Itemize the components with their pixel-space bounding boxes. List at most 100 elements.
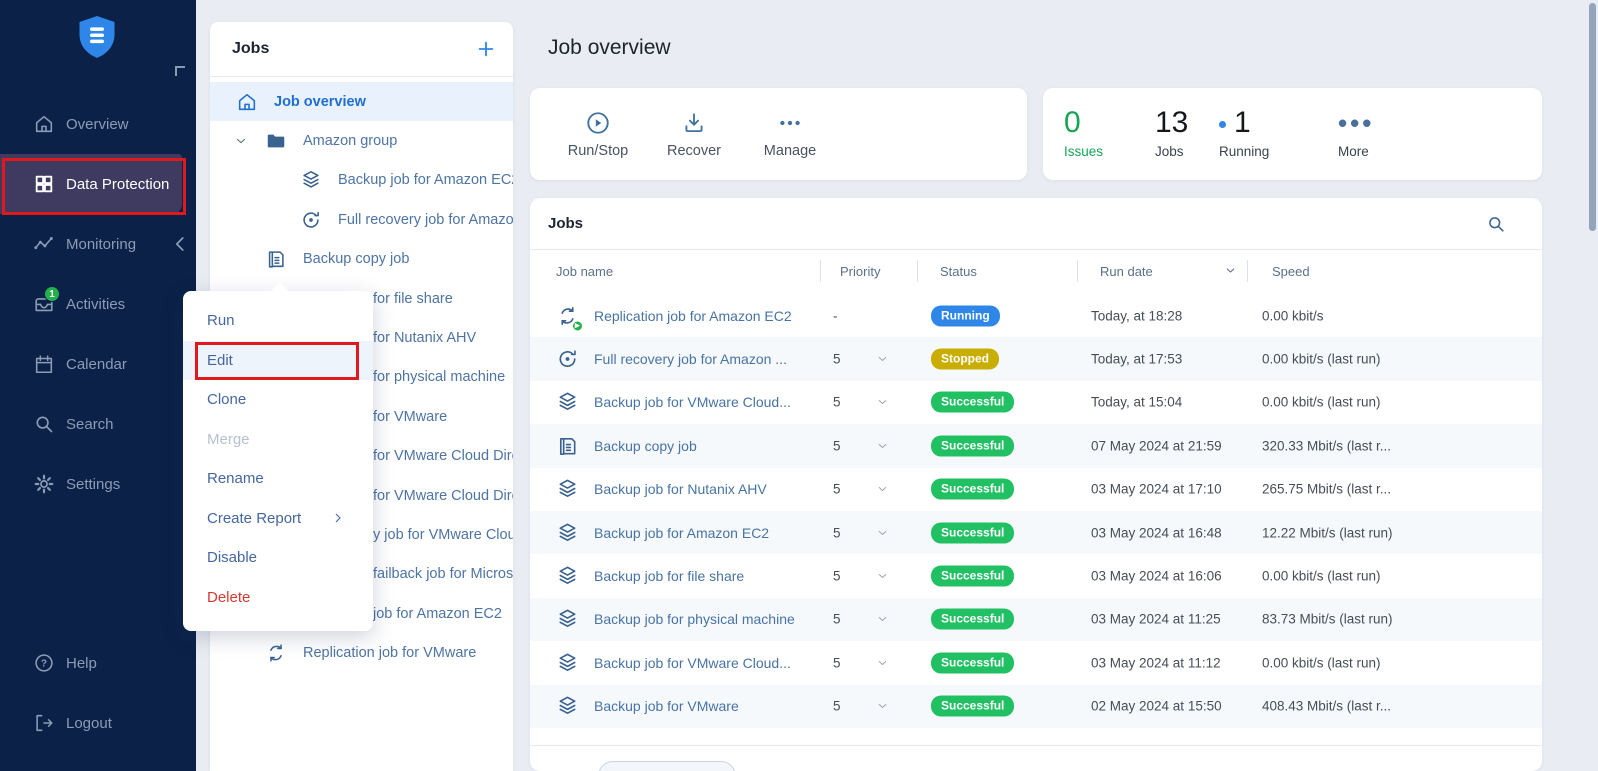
sidebar-item-logout[interactable]: Logout	[0, 693, 196, 753]
job-name-link[interactable]: Backup job for VMware Cloud...	[594, 394, 791, 410]
app-logo-shield-icon	[76, 14, 118, 65]
job-name-link[interactable]: Full recovery job for Amazon ...	[594, 351, 787, 367]
menu-item-label: Edit	[207, 352, 233, 369]
priority-value: 5	[833, 395, 841, 410]
menu-item-delete[interactable]: Delete	[183, 578, 373, 618]
add-job-button[interactable]	[475, 38, 497, 60]
table-row[interactable]: Full recovery job for Amazon ...5Stopped…	[530, 337, 1542, 380]
table-row[interactable]: Backup job for Amazon EC25Successful03 M…	[530, 511, 1542, 554]
sidebar-item-monitoring[interactable]: Monitoring	[0, 214, 196, 274]
priority-dropdown-icon[interactable]	[876, 570, 889, 583]
priority-dropdown-icon[interactable]	[876, 613, 889, 626]
column-header-run-date[interactable]: Run date	[1100, 264, 1153, 279]
chevron-left-icon[interactable]	[169, 233, 191, 255]
job-name-link[interactable]: Backup job for file share	[594, 568, 744, 584]
table-row[interactable]: ▶Replication job for Amazon EC2-RunningT…	[530, 294, 1542, 337]
menu-item-run[interactable]: Run	[183, 301, 373, 341]
table-row[interactable]: Backup job for Nutanix AHV5Successful03 …	[530, 468, 1542, 511]
sidebar-item-activities[interactable]: 1Activities	[0, 274, 196, 334]
tree-item-backup-copy-job[interactable]: Backup copy job	[210, 240, 513, 279]
priority-value: 5	[833, 612, 841, 627]
search-icon[interactable]	[1486, 214, 1506, 234]
tree-item-replication-job-for-vmware[interactable]: Replication job for VMware	[210, 633, 513, 672]
table-row[interactable]: Backup job for physical machine5Successf…	[530, 598, 1542, 641]
job-name-link[interactable]: Backup job for Amazon EC2	[594, 525, 769, 541]
priority-dropdown-icon[interactable]	[876, 483, 889, 496]
ellipsis-icon	[777, 110, 803, 136]
jobs-panel-title: Jobs	[232, 40, 269, 58]
priority-value: 5	[833, 525, 841, 540]
stat-issues[interactable]: 0Issues	[1064, 106, 1103, 159]
search-icon	[33, 413, 55, 435]
menu-item-label: Clone	[207, 391, 246, 408]
page-scrollbar-thumb[interactable]	[1589, 3, 1596, 231]
job-name-link[interactable]: Backup job for physical machine	[594, 611, 795, 627]
stat-label: Jobs	[1155, 144, 1188, 159]
priority-dropdown-icon[interactable]	[876, 700, 889, 713]
job-name-link[interactable]: Backup copy job	[594, 438, 697, 454]
priority-value: 5	[833, 482, 841, 497]
table-row[interactable]: Backup copy job5Successful07 May 2024 at…	[530, 424, 1542, 467]
chevron-down-icon[interactable]	[234, 134, 248, 148]
recovery-icon	[556, 348, 579, 371]
job-name-link[interactable]: Backup job for VMware	[594, 698, 739, 714]
toolbar-button-label: Run/Stop	[568, 143, 628, 159]
sidebar-collapse-icon[interactable]	[175, 66, 185, 76]
menu-item-clone[interactable]: Clone	[183, 380, 373, 420]
menu-item-edit[interactable]: Edit	[183, 341, 373, 381]
priority-dropdown-icon[interactable]	[876, 439, 889, 452]
sidebar-item-label: Overview	[66, 116, 129, 133]
toolbar-button-run-stop[interactable]: Run/Stop	[550, 110, 646, 159]
job-name-link[interactable]: Replication job for Amazon EC2	[594, 308, 792, 324]
app-root: Overview Data ProtectionMonitoring1Activi…	[0, 0, 1598, 771]
menu-item-rename[interactable]: Rename	[183, 459, 373, 499]
table-row[interactable]: Backup job for file share5Successful03 M…	[530, 554, 1542, 597]
speed-value: 0.00 kbit/s (last run)	[1262, 395, 1381, 410]
table-row[interactable]: Backup job for VMware Cloud...5Successfu…	[530, 641, 1542, 684]
sidebar-item-settings[interactable]: Settings	[0, 454, 196, 514]
column-header-job-name[interactable]: Job name	[556, 264, 613, 279]
run-date-value: Today, at 17:53	[1091, 352, 1182, 367]
sidebar-item-data-protection[interactable]: Data Protection	[0, 154, 182, 214]
actions-toolbar: Run/Stop RecoverManage	[530, 88, 1027, 180]
sidebar-bottom-nav: ?HelpLogout	[0, 633, 196, 753]
table-row[interactable]: Backup job for VMware Cloud...5Successfu…	[530, 381, 1542, 424]
priority-dropdown-icon[interactable]	[876, 396, 889, 409]
column-header-speed[interactable]: Speed	[1272, 264, 1310, 279]
column-header-status[interactable]: Status	[940, 264, 977, 279]
column-header-priority[interactable]: Priority	[840, 264, 880, 279]
job-name-link[interactable]: Backup job for Nutanix AHV	[594, 481, 767, 497]
job-name-link[interactable]: Backup job for VMware Cloud...	[594, 655, 791, 671]
stat-more[interactable]: •••More	[1338, 106, 1374, 159]
tree-item-full-recovery-job-for-amazon-e[interactable]: Full recovery job for Amazon E	[210, 200, 513, 239]
load-more-button[interactable]	[598, 761, 736, 771]
stat-jobs[interactable]: 13Jobs	[1155, 106, 1188, 159]
toolbar-button-recover[interactable]: Recover	[646, 110, 742, 159]
tree-item-label: for VMware	[373, 409, 447, 425]
table-row[interactable]: Backup job for VMware5Successful02 May 2…	[530, 685, 1542, 728]
priority-dropdown-icon[interactable]	[876, 526, 889, 539]
sidebar-item-help[interactable]: ?Help	[0, 633, 196, 693]
backup-icon	[300, 169, 322, 191]
sort-chevron-icon[interactable]	[1224, 264, 1237, 277]
menu-item-disable[interactable]: Disable	[183, 538, 373, 578]
toolbar-button-manage[interactable]: Manage	[742, 110, 838, 159]
sidebar-item-overview[interactable]: Overview	[0, 94, 196, 154]
home-icon	[236, 91, 258, 113]
job-context-menu: RunEditCloneMergeRenameCreate ReportDisa…	[183, 291, 373, 631]
menu-item-create-report[interactable]: Create Report	[183, 499, 373, 539]
speed-value: 0.00 kbit/s (last run)	[1262, 352, 1381, 367]
priority-dropdown-icon[interactable]	[876, 656, 889, 669]
replication-icon: ▶	[556, 304, 579, 327]
sidebar-item-calendar[interactable]: Calendar	[0, 334, 196, 394]
tree-item-amazon-group[interactable]: Amazon group	[210, 121, 513, 160]
backup-icon	[556, 651, 579, 674]
table-rows: ▶Replication job for Amazon EC2-RunningT…	[530, 294, 1542, 728]
priority-dropdown-icon[interactable]	[876, 353, 889, 366]
help-icon: ?	[33, 652, 55, 674]
folder-icon	[265, 130, 287, 152]
sidebar-item-search[interactable]: Search	[0, 394, 196, 454]
tree-item-job-overview[interactable]: Job overview	[210, 82, 513, 121]
tree-item-backup-job-for-amazon-ec2[interactable]: Backup job for Amazon EC2	[210, 161, 513, 200]
stat-running[interactable]: 1Running	[1219, 106, 1269, 159]
